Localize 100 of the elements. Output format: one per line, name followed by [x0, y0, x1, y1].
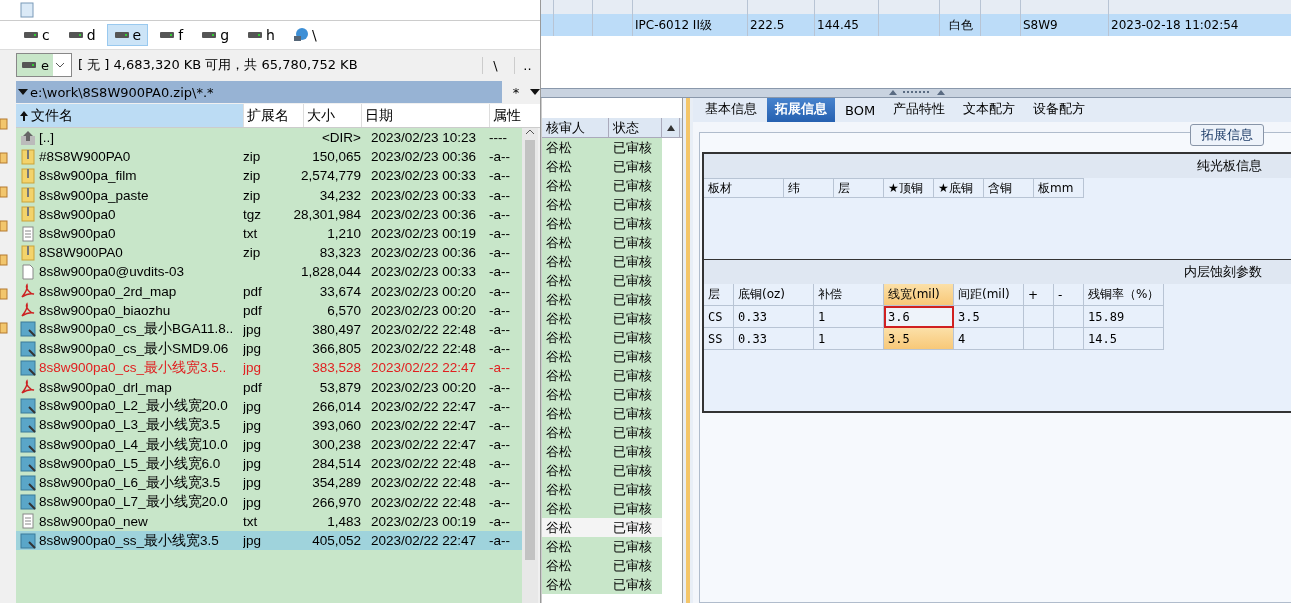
file-name[interactable]: 8s8w900pa0_ss_最小线宽3.5 — [39, 531, 219, 550]
parent-button[interactable]: .. — [514, 56, 540, 74]
drive-button[interactable]: h — [240, 24, 282, 46]
file-name[interactable]: 8s8w900pa0_L7_最小线宽20.0 — [39, 493, 228, 512]
drive-button[interactable]: \ — [285, 24, 324, 46]
file-extension: pdf — [243, 379, 262, 395]
file-name[interactable]: 8s8w900pa0_drl_map — [39, 379, 172, 395]
file-name[interactable]: 8s8w900pa0_L3_最小线宽3.5 — [39, 416, 221, 435]
table-cell[interactable]: SS — [704, 328, 734, 350]
file-name[interactable]: 8s8w900pa0_L5_最小线宽6.0 — [39, 454, 221, 473]
drive-button[interactable]: d — [60, 24, 103, 46]
file-name[interactable]: 8s8w900pa0_L4_最小线宽10.0 — [39, 435, 228, 454]
column-header[interactable]: 属性 — [489, 104, 534, 127]
tab[interactable]: 产品特性 — [885, 98, 954, 122]
section-title: 纯光板信息 — [1197, 157, 1262, 175]
table-cell[interactable]: 0.33 — [734, 328, 814, 350]
file-name[interactable]: 8s8w900pa0 — [39, 206, 116, 222]
drive-button[interactable]: f — [152, 24, 191, 46]
table-cell[interactable]: 14.5 — [1084, 328, 1164, 350]
column-header[interactable]: 文件名 — [16, 104, 243, 127]
tab[interactable]: 拓展信息 — [767, 98, 835, 122]
column-header[interactable]: 残铜率（%） — [1084, 284, 1164, 306]
file-name[interactable]: 8s8w900pa0_biaozhu — [39, 302, 171, 318]
tab[interactable]: 文本配方 — [955, 98, 1024, 122]
file-name[interactable]: 8s8w900pa0_new — [39, 513, 148, 529]
table-cell[interactable] — [1024, 328, 1054, 350]
file-attributes: -a-- — [489, 437, 510, 453]
file-name[interactable]: 8s8w900pa0_cs_最小SMD9.06 — [39, 339, 229, 358]
file-name[interactable]: 8s8w900pa_film — [39, 168, 137, 184]
file-date: 2023/02/23 00:20 — [371, 283, 477, 299]
file-size: 383,528 — [312, 360, 361, 376]
scroll-up-icon[interactable] — [666, 123, 676, 132]
file-extension: jpg — [243, 437, 261, 453]
tab[interactable]: BOM — [837, 99, 884, 122]
file-size: 28,301,984 — [293, 206, 361, 222]
drive-button[interactable]: e — [106, 24, 149, 46]
network-icon — [292, 27, 309, 43]
file-name[interactable]: #8S8W900PA0 — [39, 149, 131, 165]
filter-label[interactable]: * — [506, 84, 526, 100]
table-cell[interactable]: 3.5 — [954, 306, 1024, 328]
file-name[interactable]: 8s8w900pa_paste — [39, 187, 149, 203]
file-name[interactable]: 8s8w900pa0_cs_最小线宽3.5.. — [39, 358, 227, 377]
tab[interactable]: 设备配方 — [1025, 98, 1094, 122]
file-name[interactable]: 8s8w900pa0_2rd_map — [39, 283, 177, 299]
tool-icon[interactable] — [0, 220, 8, 232]
tool-icon[interactable] — [0, 288, 8, 300]
table-cell[interactable] — [1054, 306, 1084, 328]
table-cell[interactable]: 0.33 — [734, 306, 814, 328]
scroll-up-icon[interactable] — [525, 128, 535, 136]
column-header[interactable]: 状态 — [609, 118, 662, 137]
file-name[interactable]: 8s8w900pa0_L2_最小线宽20.0 — [39, 397, 228, 416]
file-name[interactable]: 8s8w900pa0_L6_最小线宽3.5 — [39, 473, 221, 492]
column-header[interactable]: 扩展名 — [243, 104, 303, 127]
drive-dropdown[interactable]: e — [16, 53, 72, 77]
column-header[interactable]: + — [1024, 284, 1054, 306]
column-header[interactable]: 线宽(mil) — [884, 284, 954, 306]
column-header: 板材 — [704, 178, 784, 198]
file-name[interactable]: [..] — [39, 130, 54, 146]
column-header[interactable]: 底铜(oz) — [734, 284, 814, 306]
scrollbar[interactable] — [522, 128, 538, 603]
table-cell[interactable]: CS — [704, 306, 734, 328]
image-icon — [20, 398, 36, 415]
column-header[interactable]: 大小 — [303, 104, 361, 127]
splitter-grip-icon[interactable] — [886, 89, 947, 95]
column-header[interactable]: 层 — [704, 284, 734, 306]
reviewer-cell-text: 谷松 — [545, 290, 573, 309]
splitter-bar[interactable] — [686, 98, 690, 603]
free-space-label: [ 无 ] 4,683,320 KB 可用，共 65,780,752 KB — [78, 56, 359, 74]
table-cell[interactable]: 3.5 — [884, 328, 954, 350]
pdf-icon — [20, 302, 36, 319]
tool-icon[interactable] — [0, 118, 8, 130]
tool-icon[interactable] — [0, 186, 8, 198]
column-header[interactable]: - — [1054, 284, 1084, 306]
column-header[interactable]: 核审人 — [542, 118, 609, 137]
tool-icon[interactable] — [0, 322, 8, 334]
path-bar[interactable]: e:\work\8S8W900PA0.zip\*.* — [16, 81, 502, 103]
table-cell[interactable]: 3.6 — [884, 306, 954, 328]
root-button[interactable]: \ — [482, 56, 508, 74]
file-name[interactable]: 8S8W900PA0 — [39, 245, 123, 261]
document-icon[interactable] — [20, 2, 34, 18]
drive-button[interactable]: g — [194, 24, 237, 46]
file-name[interactable]: 8s8w900pa0 — [39, 226, 116, 242]
tool-icon[interactable] — [0, 254, 8, 266]
column-header[interactable]: 间距(mil) — [954, 284, 1024, 306]
table-cell[interactable]: 15.89 — [1084, 306, 1164, 328]
tool-icon[interactable] — [0, 152, 8, 164]
file-attributes: -a-- — [489, 149, 510, 165]
column-header[interactable]: 日期 — [361, 104, 489, 127]
table-cell[interactable] — [1024, 306, 1054, 328]
dropdown-arrow-icon[interactable] — [530, 88, 540, 96]
tab[interactable]: 基本信息 — [697, 98, 765, 122]
file-name[interactable]: 8s8w900pa0@uvdits-03 — [39, 264, 185, 280]
table-cell[interactable] — [1054, 328, 1084, 350]
status-cell-text: 已审核 — [612, 157, 653, 176]
drive-button[interactable]: c — [16, 24, 57, 46]
table-cell[interactable]: 4 — [954, 328, 1024, 350]
file-attributes: -a-- — [489, 206, 510, 222]
status-cell-text: 已审核 — [612, 271, 653, 290]
column-header: 板mm — [1034, 178, 1084, 198]
file-name[interactable]: 8s8w900pa0_cs_最小BGA11.8.. — [39, 320, 234, 339]
